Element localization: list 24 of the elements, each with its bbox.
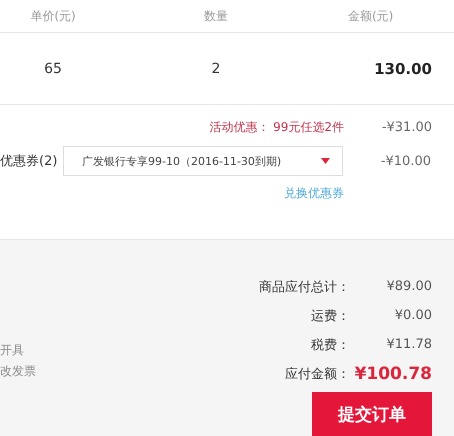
invoice-text: 开具 xyxy=(0,342,25,359)
summary-label: 应付金额： xyxy=(285,366,350,382)
invoice-text: 改发票 xyxy=(0,363,36,380)
table-cell-text: 130.00 xyxy=(373,60,432,78)
summary-value: ¥89.00 xyxy=(386,279,432,294)
discount-amount: -¥10.00 xyxy=(380,154,431,169)
coupon-dropdown[interactable]: 广发银行专享99-10（2016-11-30到期) xyxy=(63,146,343,176)
table-cell-text: 65 xyxy=(43,60,63,77)
summary-value: ¥100.78 xyxy=(354,364,432,384)
summary-label: 运费： xyxy=(311,308,350,324)
summary-value: ¥11.78 xyxy=(386,337,432,352)
summary-label: 商品应付总计： xyxy=(259,278,350,296)
caret-icon xyxy=(321,158,330,164)
coupon-label: 优惠券(2) xyxy=(0,153,58,170)
redeem-coupon-link[interactable]: 兑换优惠券 xyxy=(284,185,344,202)
column-header: 数量 xyxy=(203,8,229,25)
submit-order-button[interactable]: 提交订单 xyxy=(312,392,432,436)
summary-label: 税费： xyxy=(311,336,350,354)
summary-value: ¥0.00 xyxy=(394,308,432,323)
column-header: 金额(元) xyxy=(347,8,394,25)
discount-amount: -¥31.00 xyxy=(380,120,432,136)
table-cell-text: 2 xyxy=(210,60,222,77)
promotion-label: 活动优惠： 99元任选2件 xyxy=(209,119,344,136)
column-header: 单价(元) xyxy=(29,8,77,25)
